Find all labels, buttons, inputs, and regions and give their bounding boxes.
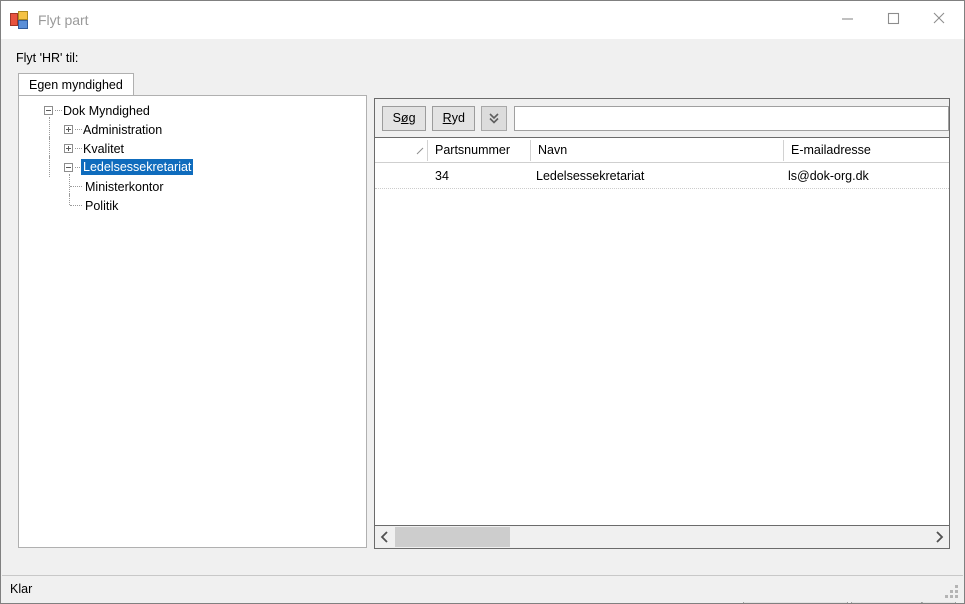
chevron-double-down-icon[interactable] [481, 106, 506, 131]
tree-node-label: Administration [83, 123, 162, 137]
tree-connector-icon [55, 110, 62, 111]
form-prompt-label: Flyt 'HR' til: [16, 51, 78, 65]
expander-plus-icon[interactable] [64, 125, 73, 134]
dialog-window: Flyt part Flyt 'HR' til: Egen myndighed [0, 0, 965, 604]
clear-button-label: Ryd [443, 111, 465, 125]
clear-button[interactable]: Ryd [432, 106, 475, 131]
search-results-panel: Søg Ryd [374, 98, 950, 549]
tree-connector-icon [70, 186, 82, 187]
tab-egen-myndighed[interactable]: Egen myndighed [18, 73, 134, 96]
column-divider [427, 140, 428, 161]
column-header-emailadresse[interactable]: E-mailadresse [785, 138, 871, 162]
column-divider [783, 140, 784, 161]
tab-page-egen-myndighed: Dok Myndighed Administration K [18, 95, 367, 548]
tree-connector-icon [49, 155, 50, 177]
maximize-button[interactable] [870, 3, 916, 33]
search-input[interactable] [514, 106, 949, 131]
client-area: Flyt 'HR' til: Egen myndighed Dok Myndig… [2, 39, 963, 576]
grid-header-row: Partsnummer Navn E-mailadresse [375, 138, 949, 163]
close-button[interactable] [916, 3, 962, 33]
column-header-partsnummer[interactable]: Partsnummer [429, 138, 510, 162]
window-controls [824, 3, 962, 33]
expander-minus-icon[interactable] [44, 106, 53, 115]
tab-label: Egen myndighed [29, 78, 123, 92]
status-bar: Klar [2, 575, 963, 602]
tree-node-label: Dok Myndighed [63, 104, 150, 118]
expander-plus-icon[interactable] [64, 144, 73, 153]
title-bar: Flyt part [1, 1, 964, 39]
tree-node-label: Politik [85, 199, 118, 213]
results-grid[interactable]: Partsnummer Navn E-mailadresse 34 Ledels… [375, 138, 949, 526]
scroll-left-arrow-icon[interactable] [375, 526, 395, 548]
authority-tab-control: Egen myndighed Dok Myndighed [18, 73, 367, 549]
scroll-right-arrow-icon[interactable] [929, 526, 949, 548]
cell-partsnummer: 34 [435, 163, 449, 188]
select-all-corner-icon[interactable] [416, 144, 424, 152]
column-divider [530, 140, 531, 161]
scrollbar-thumb[interactable] [395, 527, 510, 547]
minimize-button[interactable] [824, 3, 870, 33]
app-icon [10, 11, 28, 29]
window-title: Flyt part [38, 12, 89, 28]
authority-tree[interactable]: Dok Myndighed Administration K [19, 96, 366, 215]
tree-node-politik[interactable]: Politik [19, 196, 366, 215]
tree-connector-icon [69, 193, 70, 205]
tree-node-dok-myndighed[interactable]: Dok Myndighed [19, 101, 366, 120]
tree-connector-icon [70, 205, 82, 206]
tree-node-ledelsessekretariat[interactable]: Ledelsessekretariat [19, 158, 366, 177]
tree-node-label: Kvalitet [83, 142, 124, 156]
cell-emailadresse: ls@dok-org.dk [788, 163, 869, 188]
search-toolbar: Søg Ryd [375, 99, 949, 138]
scrollbar-track[interactable] [395, 526, 929, 548]
expander-minus-icon[interactable] [64, 163, 73, 172]
column-header-navn[interactable]: Navn [532, 138, 567, 162]
table-row[interactable]: 34 Ledelsessekretariat ls@dok-org.dk [375, 163, 949, 189]
tree-node-administration[interactable]: Administration [19, 120, 366, 139]
tree-node-kvalitet[interactable]: Kvalitet [19, 139, 366, 158]
tree-node-ministerkontor[interactable]: Ministerkontor [19, 177, 366, 196]
search-button-label: Søg [393, 111, 416, 125]
tree-connector-icon [75, 148, 82, 149]
horizontal-scrollbar[interactable] [375, 525, 949, 548]
status-text: Klar [10, 582, 32, 596]
tree-connector-icon [75, 129, 82, 130]
tree-node-label: Ministerkontor [85, 180, 164, 194]
tree-node-label-selected: Ledelsessekretariat [81, 159, 193, 175]
search-button[interactable]: Søg [382, 106, 426, 131]
cell-navn: Ledelsessekretariat [536, 163, 644, 188]
resize-grip-icon[interactable] [945, 585, 959, 599]
